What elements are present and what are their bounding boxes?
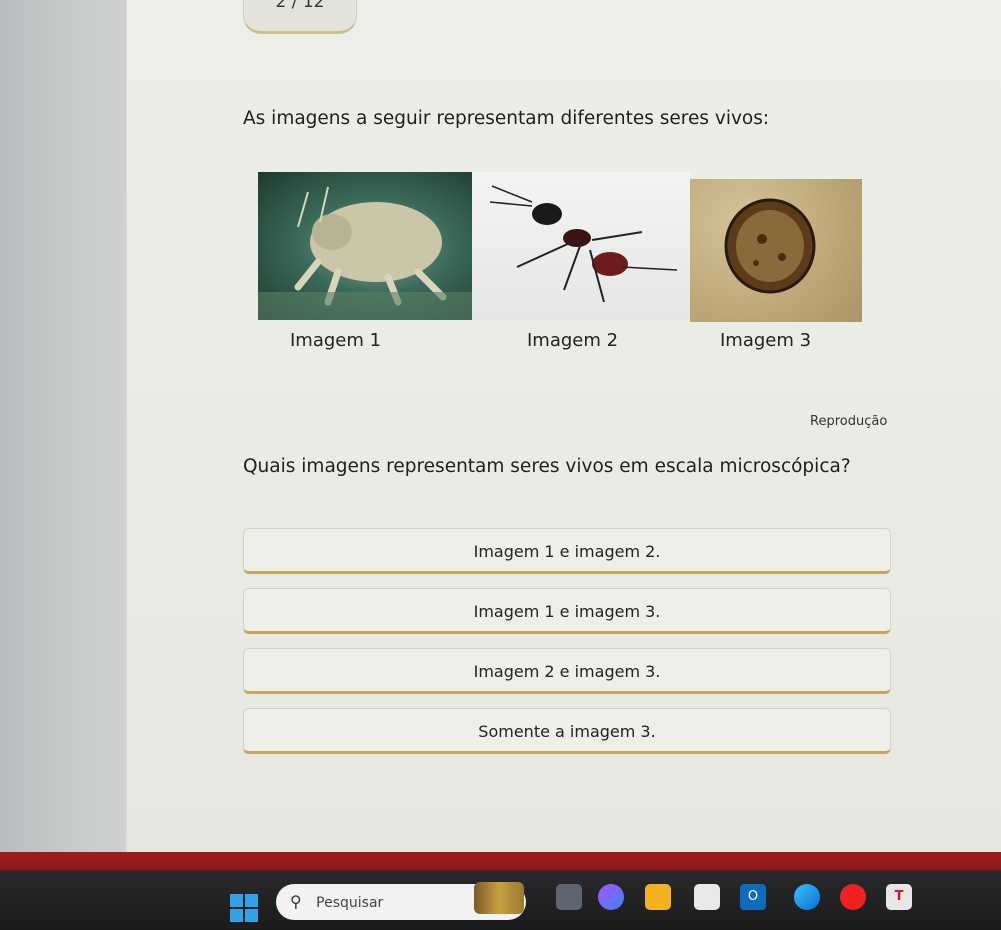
answer-option-b[interactable]: Imagem 1 e imagem 3. — [243, 588, 891, 634]
question-prompt: Quais imagens representam seres vivos em… — [243, 456, 851, 477]
left-margin — [0, 0, 125, 885]
start-icon-tile — [245, 894, 258, 907]
teams-icon[interactable]: T — [886, 884, 912, 910]
taskbar-search-placeholder: Pesquisar — [316, 895, 384, 911]
answer-option-label: Imagem 1 e imagem 2. — [473, 542, 661, 561]
start-icon-tile — [230, 894, 243, 907]
question-counter: 2 / 12 — [243, 0, 357, 34]
answer-option-label: Imagem 1 e imagem 3. — [473, 602, 661, 621]
start-icon[interactable] — [230, 894, 258, 922]
start-icon-tile — [230, 909, 243, 922]
microorganism-image — [690, 179, 862, 322]
question-intro: As imagens a seguir representam diferent… — [243, 108, 770, 129]
start-icon-tile — [245, 909, 258, 922]
question-counter-text: 2 / 12 — [275, 0, 325, 12]
outlook-icon-letter: O — [747, 889, 759, 904]
ant-image — [472, 172, 690, 320]
mite-image — [258, 172, 472, 320]
outlook-icon[interactable]: O — [740, 884, 766, 910]
image-3-caption: Imagem 3 — [720, 330, 812, 351]
image-2-caption: Imagem 2 — [527, 330, 619, 351]
search-highlight-icon[interactable] — [474, 882, 524, 914]
file-explorer-icon[interactable] — [645, 884, 671, 910]
app-icon[interactable] — [556, 884, 582, 910]
answer-option-label: Somente a imagem 3. — [478, 722, 656, 741]
image-credit: Reprodução — [810, 414, 888, 429]
answer-option-d[interactable]: Somente a imagem 3. — [243, 708, 891, 754]
teams-icon-letter: T — [894, 889, 904, 904]
answer-option-a[interactable]: Imagem 1 e imagem 2. — [243, 528, 891, 574]
copilot-icon[interactable] — [598, 884, 624, 910]
search-icon: ⚲ — [290, 892, 302, 911]
answer-option-c[interactable]: Imagem 2 e imagem 3. — [243, 648, 891, 694]
opera-icon[interactable] — [840, 884, 866, 910]
calculator-icon[interactable] — [694, 884, 720, 910]
image-1-caption: Imagem 1 — [290, 330, 382, 351]
edge-icon[interactable] — [794, 884, 820, 910]
answer-option-label: Imagem 2 e imagem 3. — [473, 662, 661, 681]
